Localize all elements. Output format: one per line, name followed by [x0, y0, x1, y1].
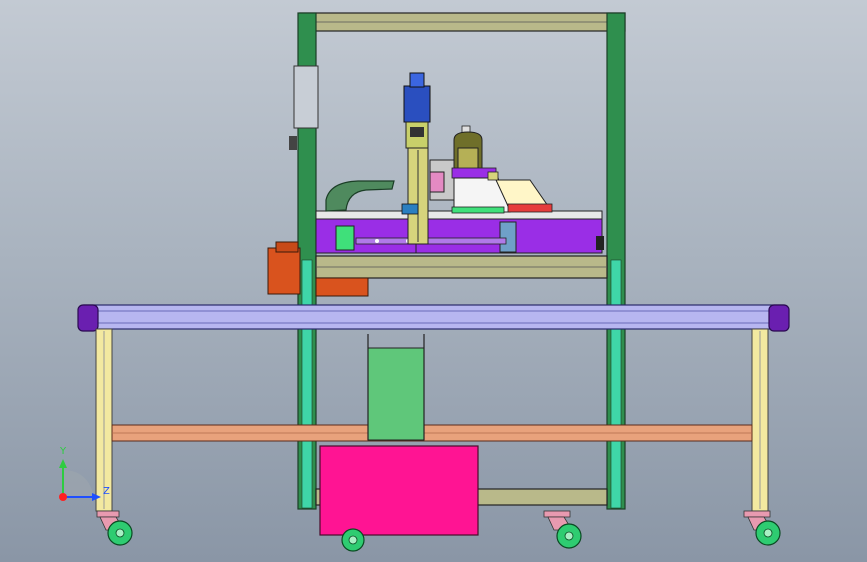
side-door-panel: [293, 65, 319, 129]
machine-assembly-drawing[interactable]: Y Z: [0, 0, 867, 562]
door-handle: [289, 136, 297, 150]
conveyor: [77, 304, 790, 332]
conveyor-right-roller: [768, 304, 790, 332]
caster-rear-right: [743, 510, 781, 546]
conveyor-left-roller: [77, 304, 99, 332]
collection-bin: [367, 334, 425, 441]
curved-chute: [325, 180, 395, 212]
axis-x-dot: [59, 493, 67, 501]
triad-plane: [63, 470, 94, 497]
feed-ramp: [451, 171, 553, 214]
caster-front-mid: [341, 528, 365, 552]
pink-tank: [319, 445, 479, 536]
caster-rear-mid: [543, 510, 582, 549]
caster-front-left: [96, 510, 133, 546]
cad-viewport[interactable]: Y Z: [0, 0, 867, 562]
axis-y-arrow: [59, 459, 67, 468]
axis-y-label: Y: [59, 446, 67, 457]
axis-z-label: Z: [103, 486, 110, 497]
work-table: [315, 210, 604, 254]
